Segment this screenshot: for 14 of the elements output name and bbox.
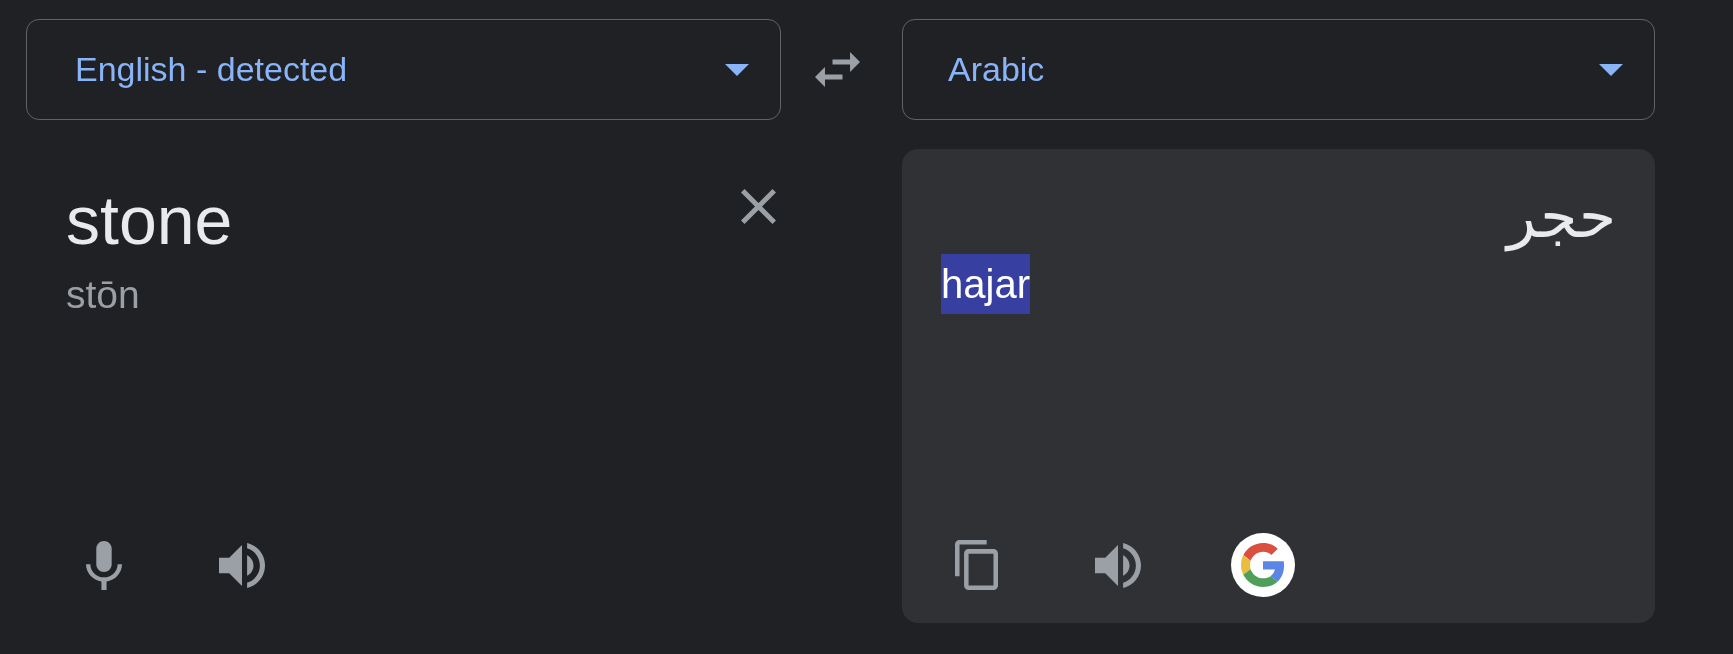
target-language-dropdown[interactable]: Arabic	[902, 19, 1655, 120]
g-logo-icon[interactable]	[1231, 533, 1295, 597]
speaker-icon[interactable]	[1095, 542, 1141, 588]
speaker-icon[interactable]	[219, 542, 265, 588]
source-text-field[interactable]: stone	[66, 179, 233, 261]
swap-languages-icon[interactable]	[815, 52, 860, 87]
close-icon[interactable]	[741, 189, 776, 224]
translation-transliteration: hajar	[941, 254, 1030, 314]
microphone-icon[interactable]	[86, 540, 122, 590]
caret-icon	[725, 63, 749, 76]
source-transliteration: stōn	[66, 272, 140, 318]
copy-icon[interactable]	[955, 540, 998, 590]
source-language-dropdown[interactable]: English - detected	[26, 19, 781, 120]
caret-icon	[1599, 63, 1623, 76]
